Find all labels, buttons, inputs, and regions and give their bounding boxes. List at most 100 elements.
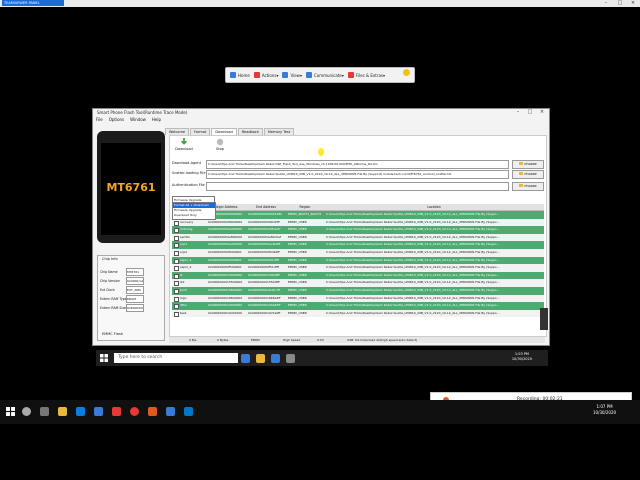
table-row[interactable]: scp1 0x000000000ec00000 0x000000000ec4b9ff… <box>172 241 544 249</box>
chip-info-row: Extern RAM Size0x80000000 <box>100 304 144 312</box>
tab-readback[interactable]: Readback <box>237 128 263 135</box>
teamviewer-icon[interactable] <box>166 407 175 416</box>
file-explorer-icon[interactable] <box>256 354 265 363</box>
table-row[interactable]: logo 0x0000000018600000 0x0000000018b8a3ff… <box>172 294 546 303</box>
cell-region: EMMC_USER <box>288 310 307 315</box>
download-button[interactable]: Download <box>174 138 194 151</box>
row-checkbox[interactable] <box>174 228 179 234</box>
choose-scatter-button[interactable]: choose <box>512 170 544 179</box>
remote-search-input[interactable]: Type here to search <box>114 353 238 363</box>
toolbar-communicate-button[interactable]: Communicate ▾ <box>305 72 344 78</box>
cell-end: 0x000000000f51dfff <box>248 265 279 270</box>
store-icon[interactable] <box>94 407 103 416</box>
cell-location[interactable]: C:\Users\Tips And Tricks\Desktop\Gsm Reb… <box>326 249 546 257</box>
col-end-address[interactable]: End Address <box>246 204 286 210</box>
emmc-flash-label[interactable]: EMMC Flash <box>102 332 123 336</box>
tab-format[interactable]: Format <box>190 128 211 135</box>
stop-button[interactable]: Stop <box>210 138 230 151</box>
cell-location[interactable]: C:\Users\Tips And Tricks\Desktop\Gsm Reb… <box>326 295 546 303</box>
row-checkbox[interactable] <box>174 281 179 287</box>
cell-location[interactable]: C:\Users\Tips And Tricks\Desktop\Gsm Reb… <box>326 241 546 249</box>
cell-location[interactable]: C:\Users\Tips And Tricks\Desktop\Gsm Reb… <box>326 310 546 318</box>
tab-download[interactable]: Download <box>211 128 237 135</box>
row-checkbox[interactable] <box>174 289 179 294</box>
close-icon[interactable]: × <box>627 0 639 7</box>
feedback-smiley-icon[interactable] <box>403 69 410 76</box>
task-view-icon[interactable] <box>241 354 250 363</box>
row-checkbox[interactable] <box>174 273 179 279</box>
edge-icon[interactable] <box>76 407 85 416</box>
table-row[interactable]: lk 0x0000000015400000 0x00000000154b0fff EM… <box>172 271 546 280</box>
maximize-icon[interactable]: □ <box>614 0 626 7</box>
table-row[interactable]: dtbo 0x0000000019400000 0x00000000194a83ff… <box>172 302 544 310</box>
table-row[interactable]: sspm_2 0x000000000f500000 0x000000000f51df… <box>172 264 544 272</box>
viewer-titlebar: TEAMVIEWER PANEL – □ × <box>0 0 640 7</box>
row-checkbox[interactable] <box>174 296 179 302</box>
windows-start-icon[interactable] <box>6 407 15 416</box>
cell-location[interactable]: C:\Users\Tips And Tricks\Desktop\Gsm Reb… <box>326 272 546 280</box>
windows-start-icon[interactable] <box>100 354 108 362</box>
mode-option[interactable]: Download Only <box>173 213 215 218</box>
flash-tool-icon[interactable] <box>286 354 295 363</box>
row-checkbox[interactable] <box>174 251 179 256</box>
row-checkbox[interactable] <box>174 258 179 264</box>
row-checkbox[interactable] <box>174 304 179 310</box>
cell-location[interactable]: C:\Users\Tips And Tricks\Desktop\Gsm Reb… <box>326 279 546 287</box>
menu-window[interactable]: Window <box>130 117 146 122</box>
table-row[interactable]: preloader0x00000000000000000x00000000000… <box>172 211 544 219</box>
table-row[interactable]: boot 0x0000000015600000 0x0000000016d9c7ff… <box>172 287 544 295</box>
choose-download-agent-button[interactable]: choose <box>512 160 544 169</box>
cell-location[interactable]: C:\Users\Tips And Tricks\Desktop\Gsm Reb… <box>326 219 546 227</box>
row-checkbox[interactable] <box>174 220 179 226</box>
opera-icon[interactable] <box>130 407 139 416</box>
cell-location[interactable]: C:\Users\Tips And Tricks\Desktop\Gsm Reb… <box>326 302 546 310</box>
tab-memory-test[interactable]: Memory Test <box>263 128 295 135</box>
search-icon[interactable] <box>22 407 31 416</box>
chip-info-row: Chip Name MT6761 <box>100 268 164 276</box>
auth-input[interactable] <box>206 182 509 191</box>
teamviewer-icon[interactable] <box>271 354 280 363</box>
toolbar-home-button[interactable]: Home <box>230 72 250 78</box>
table-row[interactable]: spmfw 0x000000000e800000 0x000000000e80c0e… <box>172 233 546 242</box>
scatter-input[interactable]: C:\Users\Tips And Tricks\Desktop\Gsm Reb… <box>206 170 509 179</box>
app2-icon[interactable] <box>184 407 193 416</box>
cell-location[interactable]: C:\Users\Tips And Tricks\Desktop\Gsm Reb… <box>326 226 546 234</box>
download-agent-input[interactable]: C:\Users\Tips And Tricks\Desktop\Gsm Reb… <box>206 160 509 169</box>
col-region[interactable]: Region <box>286 204 324 210</box>
viewer-title[interactable]: TEAMVIEWER PANEL <box>2 0 64 6</box>
menu-help[interactable]: Help <box>152 117 161 122</box>
toolbar-files-button[interactable]: Files & Extras ▾ <box>347 72 385 78</box>
row-checkbox[interactable] <box>174 311 179 317</box>
table-row[interactable]: lk2 0x0000000015500000 0x00000000155b0fff E… <box>172 279 544 287</box>
app-icon[interactable] <box>112 407 121 416</box>
spft-minimize-icon[interactable]: – <box>513 109 523 115</box>
menu-options[interactable]: Options <box>109 117 124 122</box>
cell-location[interactable]: C:\Users\Tips And Tricks\Desktop\Gsm Reb… <box>326 264 546 272</box>
row-checkbox[interactable] <box>174 266 179 272</box>
row-checkbox[interactable] <box>174 243 179 249</box>
toolbar-actions-button[interactable]: Actions ▾ <box>253 72 278 78</box>
toolbar-view-button[interactable]: View ▾ <box>282 72 302 78</box>
cell-location[interactable]: C:\Users\Tips And Tricks\Desktop\Gsm Reb… <box>326 234 546 242</box>
spft-close-icon[interactable]: × <box>537 109 547 115</box>
table-row[interactable]: md1img 0x000000000a000000 0x000000000af5de… <box>172 226 544 234</box>
task-view-icon[interactable] <box>40 407 49 416</box>
choose-auth-button[interactable]: choose <box>512 182 544 191</box>
table-row[interactable]: sspm_1 0x000000000f400000 0x000000000f41df… <box>172 256 546 265</box>
table-row[interactable]: recovery 0x0000000008000000 0x00000000099d… <box>172 218 546 227</box>
recorder-app-icon[interactable] <box>148 407 157 416</box>
row-checkbox[interactable] <box>174 235 179 241</box>
spft-maximize-icon[interactable]: □ <box>525 109 535 115</box>
col-location[interactable]: Location <box>324 204 544 210</box>
side-panel-handle[interactable] <box>540 308 548 330</box>
table-row[interactable]: tee1 0x0000000019c00000 0x0000000019c5a9ff… <box>172 309 546 318</box>
cell-location[interactable]: C:\Users\Tips And Tricks\Desktop\Gsm Reb… <box>326 287 546 295</box>
chip-info-row: Chip Version 0x0000ca01 <box>100 277 144 285</box>
table-row[interactable]: scp2 0x000000000f000000 0x000000000f04b9ff… <box>172 249 544 257</box>
cell-location[interactable]: C:\Users\Tips And Tricks\Desktop\Gsm Reb… <box>326 257 546 265</box>
menu-file[interactable]: File <box>96 117 103 122</box>
minimize-icon[interactable]: – <box>600 0 612 7</box>
tab-welcome[interactable]: Welcome <box>165 128 190 135</box>
file-explorer-icon[interactable] <box>58 407 67 416</box>
cell-location[interactable]: C:\Users\Tips And Tricks\Desktop\Gsm Reb… <box>326 211 546 219</box>
